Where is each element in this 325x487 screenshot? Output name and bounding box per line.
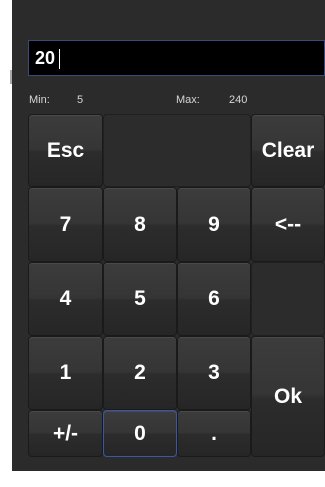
key-4[interactable]: 4 — [28, 262, 103, 336]
key-1[interactable]: 1 — [28, 336, 103, 410]
numeric-input-field[interactable]: 20 — [28, 40, 325, 76]
key-6[interactable]: 6 — [177, 262, 251, 336]
key-5[interactable]: 5 — [103, 262, 177, 336]
backspace-button[interactable]: <-- — [251, 187, 325, 262]
key-7[interactable]: 7 — [28, 187, 103, 262]
key-2[interactable]: 2 — [103, 336, 177, 410]
max-label: Max: — [176, 94, 200, 106]
edge-marker — [10, 70, 12, 84]
empty-key-area — [103, 114, 251, 187]
esc-button[interactable]: Esc — [28, 114, 103, 187]
input-value: 20 — [35, 48, 56, 68]
key-3[interactable]: 3 — [177, 336, 251, 410]
key-8[interactable]: 8 — [103, 187, 177, 262]
key-0[interactable]: 0 — [103, 410, 177, 457]
text-cursor — [59, 49, 60, 69]
min-value: 5 — [77, 94, 84, 106]
sign-toggle-button[interactable]: +/- — [28, 410, 103, 457]
min-label: Min: — [29, 94, 50, 106]
max-value: 240 — [229, 94, 248, 106]
decimal-point-button[interactable]: . — [177, 410, 251, 457]
key-9[interactable]: 9 — [177, 187, 251, 262]
empty-key-slot — [251, 262, 325, 336]
clear-button[interactable]: Clear — [251, 114, 325, 187]
ok-button[interactable]: Ok — [251, 336, 325, 457]
